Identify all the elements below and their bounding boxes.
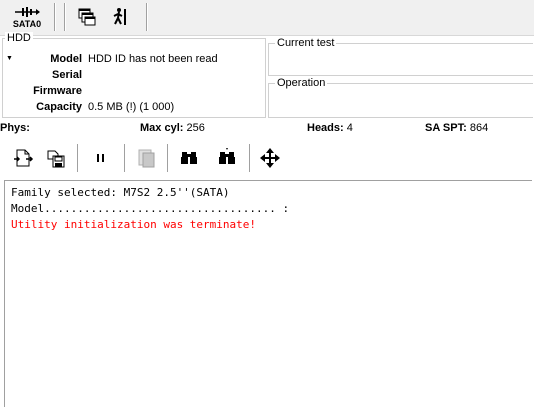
pause-icon [97,154,104,162]
hdd-capacity-label: Capacity [36,101,82,113]
hdd-model-row: Model HDD ID has not been read [3,51,265,67]
running-man-icon [113,8,126,25]
log-line: Model...................................… [11,202,290,215]
max-cyl-value: 256 [186,122,205,134]
toolbar-separator [64,3,65,31]
toolbar-separator [249,144,250,172]
max-cyl-label: Max cyl: [140,122,184,134]
drive-geometry-row: Phys: Max cyl: 256 Heads: 4 SA SPT: 864 [0,121,534,135]
windows-button[interactable] [74,2,100,32]
current-test-group: Current test [268,37,533,76]
find-next-button[interactable] [215,146,239,170]
log-output[interactable]: Family selected: M7S2 2.5''(SATA) Model.… [4,180,532,407]
hdd-firmware-label: Firmware [33,85,82,97]
sa-spt-value: 864 [469,122,489,134]
sata0-button[interactable]: SATA0 [4,2,50,32]
windows-icon [78,8,96,26]
run-button[interactable] [108,2,134,32]
sata0-label: SATA0 [12,18,42,29]
toolbar-separator [124,144,125,172]
hdd-serial-row: Serial [3,67,265,83]
phys-label: Phys: [0,122,30,134]
open-file-icon [14,149,34,167]
hdd-serial-label: Serial [52,69,82,81]
current-test-title: Current test [275,37,337,50]
hdd-capacity-row: Capacity 0.5 MB (!) (1 000) [3,99,265,115]
sata-port-icon [15,6,40,17]
hdd-group: HDD ▼ Model HDD ID has not been read Ser… [2,32,266,118]
copy-icon [138,149,155,168]
log-line-error: Utility initialization was terminate! [11,218,257,231]
hdd-firmware-row: Firmware [3,83,265,99]
operation-title: Operation [275,77,328,90]
toolbar-separator [146,3,147,31]
sa-spt-label: SA SPT: [425,122,467,134]
hdd-model-value: HDD ID has not been read [88,53,218,65]
main-toolbar: SATA0 [0,0,534,36]
navigate-button[interactable] [258,146,282,170]
find-button[interactable] [177,146,201,170]
hdd-capacity-value: 0.5 MB (!) (1 000) [88,101,175,113]
max-cyl: Max cyl: 256 [140,121,205,135]
binoculars-icon [181,152,197,164]
heads: Heads: 4 [307,121,353,135]
pause-button[interactable] [89,146,113,170]
heads-label: Heads: [307,122,344,134]
save-icon [47,150,65,168]
save-button[interactable] [44,146,68,170]
log-line: Family selected: M7S2 2.5''(SATA) [11,186,230,199]
four-arrows-icon [260,148,280,168]
hdd-model-label: Model [50,53,82,65]
toolbar-separator [77,144,78,172]
action-toolbar [0,138,534,178]
toolbar-separator [167,144,168,172]
open-button[interactable] [11,146,35,170]
toolbar-separator [54,3,55,31]
sa-spt: SA SPT: 864 [425,121,488,135]
binoculars-next-icon [219,148,235,164]
heads-value: 4 [346,122,353,134]
copy-button[interactable] [134,146,158,170]
operation-group: Operation [268,77,533,118]
hdd-group-title: HDD [5,32,33,45]
